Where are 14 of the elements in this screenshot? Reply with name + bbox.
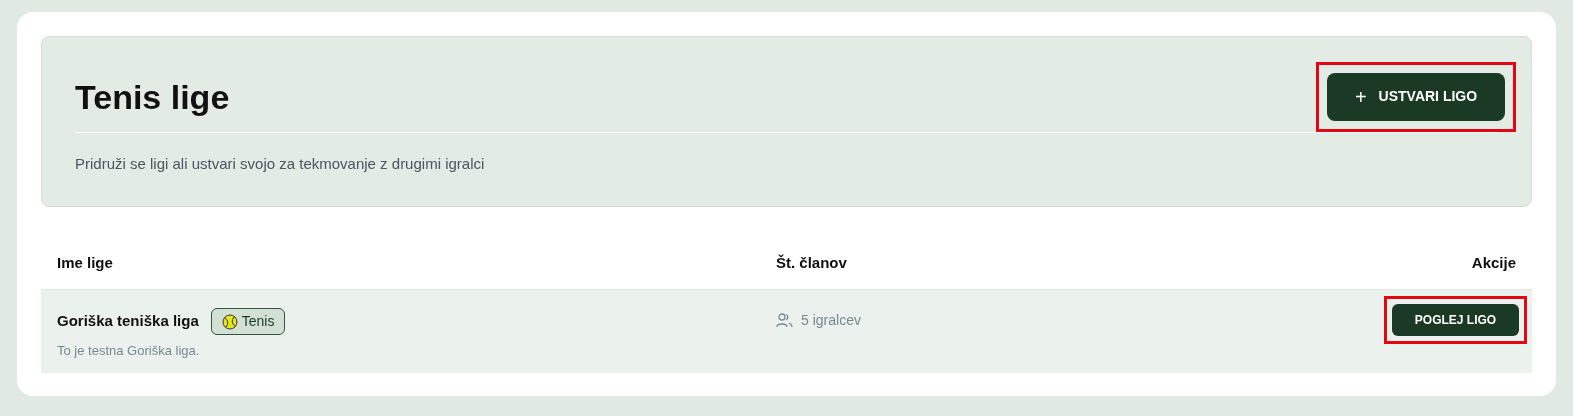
league-description: To je testna Goriška liga. xyxy=(57,342,201,360)
tennis-ball-icon xyxy=(221,313,238,330)
create-league-button[interactable]: + USTVARI LIGO xyxy=(1327,72,1505,121)
member-count: 5 igralcev xyxy=(801,311,861,330)
page-subtitle: Pridruži se ligi ali ustvari svojo za tekmovanje z drugimi igralci xyxy=(75,154,486,174)
column-header: Št. članov xyxy=(776,252,848,273)
people-icon xyxy=(776,313,793,328)
plus-icon: + xyxy=(1354,86,1367,107)
sport-tag: Tenis xyxy=(210,308,286,335)
page-title: Tenis lige xyxy=(75,77,230,118)
league-name: Goriška teniška liga xyxy=(57,311,199,332)
view-league-button[interactable]: POGLEJ LIGO xyxy=(1392,304,1519,336)
column-header: Ime lige xyxy=(57,252,114,273)
column-header: Akcije xyxy=(1471,252,1516,273)
